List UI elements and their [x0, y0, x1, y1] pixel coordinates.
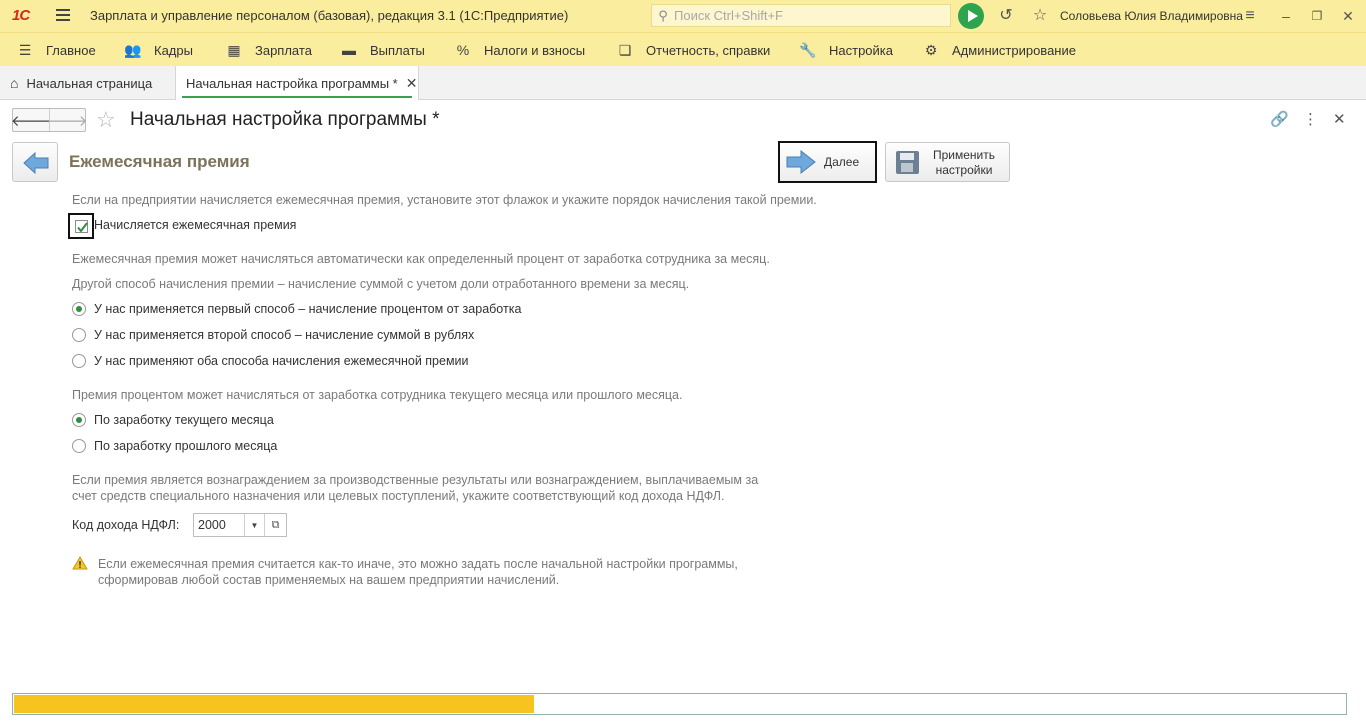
radio-previous-month[interactable]: По заработку прошлого месяца	[72, 437, 277, 455]
step-title: Ежемесячная премия	[69, 152, 250, 171]
next-arrow-icon	[786, 150, 816, 174]
monthly-bonus-checkbox[interactable]	[68, 213, 94, 239]
link-icon[interactable]: 🔗	[1270, 110, 1289, 128]
close-form-icon[interactable]: ✕	[1333, 110, 1346, 128]
radio-button[interactable]	[72, 328, 86, 342]
menu-item-salary[interactable]: ▦ Зарплата	[225, 33, 312, 67]
favorites-star-icon[interactable]: ☆	[1030, 6, 1050, 26]
intro-text: Если на предприятии начисляется ежемесяч…	[72, 193, 817, 207]
ndfl-text-1: Если премия является вознаграждением за …	[72, 473, 759, 487]
ndfl-code-label: Код дохода НДФЛ:	[72, 518, 180, 532]
form-title: Начальная настройка программы *	[130, 109, 440, 130]
tab-initial-setup[interactable]: Начальная настройка программы * ✕	[175, 66, 419, 100]
title-bar: 1С Зарплата и управление персоналом (баз…	[0, 0, 1366, 32]
user-name[interactable]: Соловьева Юлия Владимировна	[1060, 9, 1243, 23]
menu-item-taxes[interactable]: % Налоги и взносы	[454, 33, 585, 67]
radio-method-percent[interactable]: У нас применяется первый способ – начисл…	[72, 300, 521, 318]
checkbox-label[interactable]: Начисляется ежемесячная премия	[94, 218, 296, 232]
menu-item-settings[interactable]: 🔧 Настройка	[799, 33, 893, 67]
main-menu-icon[interactable]	[56, 9, 70, 21]
restore-icon[interactable]: ❐	[1307, 6, 1327, 26]
wrench-icon: 🔧	[799, 41, 817, 58]
settings-menu-icon[interactable]: ≡	[1240, 6, 1260, 26]
hamburger-icon: ☰	[18, 41, 32, 58]
save-icon	[896, 151, 919, 174]
forward-arrow-icon[interactable]: 🡒	[47, 109, 88, 131]
radio-method-sum[interactable]: У нас применяется второй способ – начисл…	[72, 326, 474, 344]
radio-method-both[interactable]: У нас применяют оба способа начисления е…	[72, 352, 469, 370]
search-box[interactable]: ⚲	[651, 4, 951, 27]
radio-button[interactable]	[72, 302, 86, 316]
checkmark-icon	[77, 222, 88, 233]
warning-text: Если ежемесячная премия считается как-то…	[98, 557, 738, 587]
back-arrow-icon[interactable]: 🡐	[11, 109, 51, 131]
app-title: Зарплата и управление персоналом (базова…	[90, 8, 569, 23]
menu-item-admin[interactable]: ⚙ Администрирование	[922, 33, 1076, 67]
wallet-icon: ▬	[342, 42, 356, 58]
method-text-1: Ежемесячная премия может начисляться авт…	[72, 252, 770, 266]
menu-item-main[interactable]: ☰ Главное	[16, 33, 96, 67]
gear-icon: ⚙	[924, 41, 938, 58]
tab-home[interactable]: ⌂ Начальная страница	[10, 66, 174, 100]
search-input[interactable]	[674, 8, 944, 23]
radio-button[interactable]	[72, 354, 86, 368]
radio-current-month[interactable]: По заработку текущего месяца	[72, 411, 274, 429]
history-icon[interactable]: ↺	[996, 6, 1016, 26]
ndfl-code-input[interactable]	[194, 514, 244, 536]
favorite-star-icon[interactable]: ☆	[96, 107, 116, 133]
more-icon[interactable]: ⋮	[1303, 110, 1318, 128]
next-button[interactable]: Далее	[778, 141, 877, 183]
play-icon[interactable]	[958, 3, 984, 29]
progress-bar	[12, 693, 1347, 715]
people-icon: 👥	[124, 41, 142, 58]
ndfl-code-field[interactable]: ▼ ⧉	[193, 513, 287, 537]
previous-step-button[interactable]	[12, 142, 58, 182]
method-text-2: Другой способ начисления премии – начисл…	[72, 277, 690, 291]
warning-icon	[72, 556, 88, 570]
close-tab-icon[interactable]: ✕	[406, 75, 418, 92]
menu-item-staff[interactable]: 👥 Кадры	[124, 33, 193, 67]
tab-bar: ⌂ Начальная страница Начальная настройка…	[0, 66, 1366, 100]
navigation-buttons: 🡐 🡒	[11, 108, 88, 132]
percent-icon: %	[456, 42, 470, 58]
minimize-icon[interactable]: –	[1276, 6, 1296, 26]
open-icon[interactable]: ⧉	[264, 514, 286, 536]
menu-item-reports[interactable]: ❏ Отчетность, справки	[616, 33, 771, 67]
close-icon[interactable]: ✕	[1338, 6, 1358, 26]
section-menu: ☰ Главное 👥 Кадры ▦ Зарплата ▬ Выплаты % Нало…	[0, 32, 1366, 66]
apply-settings-button[interactable]: Применить настройки	[885, 142, 1010, 182]
dropdown-arrow-icon[interactable]: ▼	[244, 514, 264, 536]
radio-button[interactable]	[72, 439, 86, 453]
search-icon: ⚲	[658, 7, 668, 23]
progress-fill	[14, 695, 534, 713]
menu-item-payments[interactable]: ▬ Выплаты	[340, 33, 425, 67]
period-text: Премия процентом может начисляться от за…	[72, 388, 683, 402]
back-arrow-icon	[23, 152, 49, 174]
app-logo: 1С	[12, 7, 30, 24]
ndfl-text-2: счет средств специального назначения или…	[72, 489, 725, 503]
report-icon: ❏	[618, 41, 632, 58]
calculator-icon: ▦	[227, 41, 241, 58]
home-icon: ⌂	[10, 75, 19, 91]
radio-button[interactable]	[72, 413, 86, 427]
